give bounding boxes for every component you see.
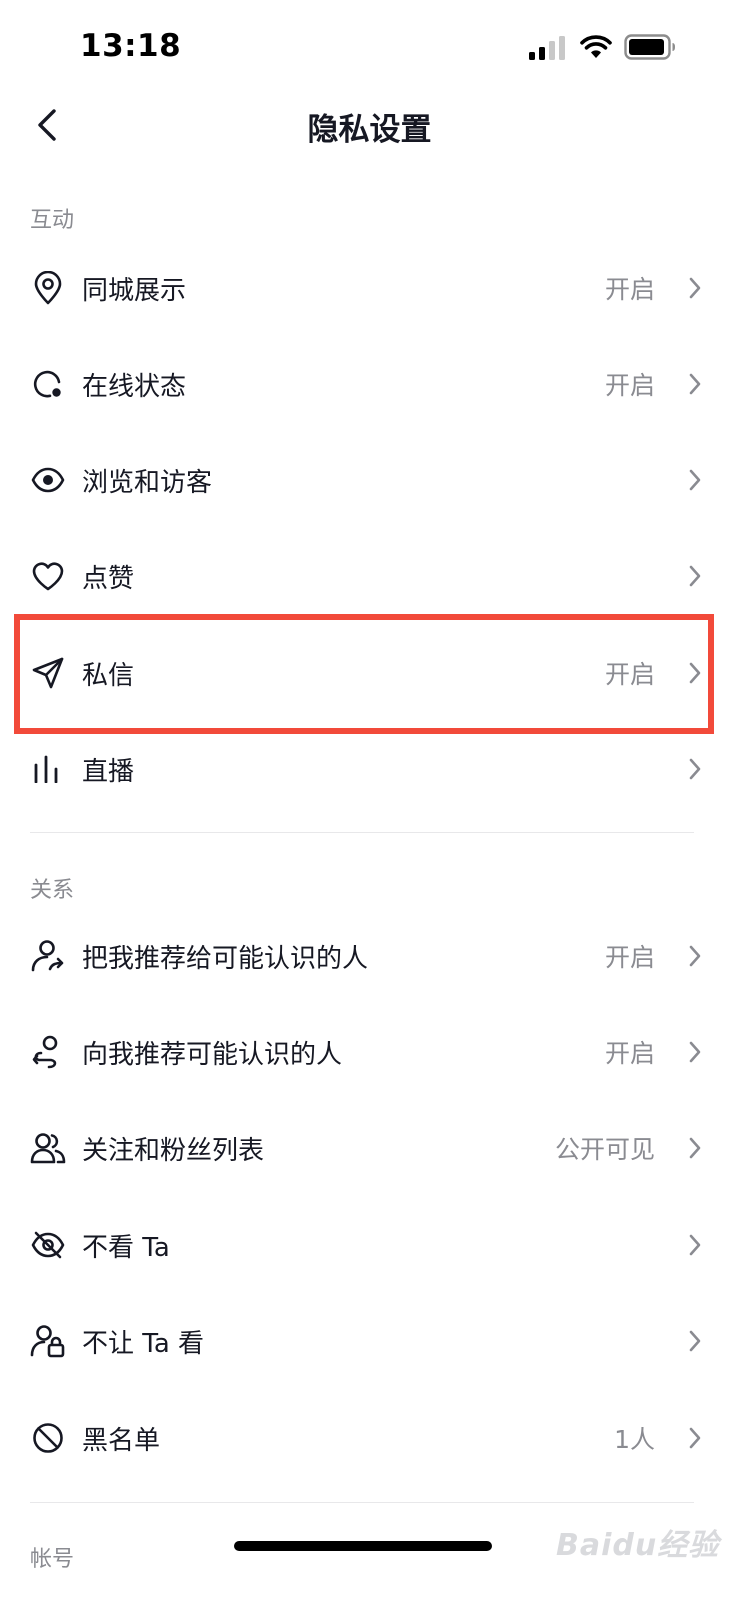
chevron-right-icon: [685, 756, 705, 782]
row-label: 点赞: [82, 563, 135, 594]
wifi-icon: [580, 34, 612, 60]
row-label: 把我推荐给可能认识的人: [82, 943, 369, 974]
row-label: 黑名单: [82, 1425, 161, 1456]
row-value: 开启: [604, 943, 655, 972]
row-nearby-display[interactable]: 同城展示 开启: [0, 240, 739, 336]
home-indicator[interactable]: [234, 1541, 492, 1551]
section-header-account: 帐号: [30, 1547, 75, 1572]
row-value: 开启: [604, 1039, 655, 1068]
eye-icon: [30, 462, 66, 498]
chevron-right-icon: [685, 943, 705, 969]
row-following-followers[interactable]: 关注和粉丝列表 公开可见: [0, 1100, 739, 1196]
row-hide-from-them[interactable]: 不让 Ta 看: [0, 1293, 739, 1389]
navigation-bar: 隐私设置: [0, 96, 739, 156]
privacy-settings-screen: 13:18 隐私设置 互动 同城展示 开启 在线状态 开启 浏览和访客 点赞 私…: [0, 0, 739, 1600]
heart-icon: [30, 558, 66, 594]
section-header-relationships: 关系: [30, 878, 75, 903]
highlight-box: [14, 614, 714, 734]
row-browse-visitors[interactable]: 浏览和访客: [0, 432, 739, 528]
row-recommend-to-me[interactable]: 向我推荐可能认识的人 开启: [0, 1004, 739, 1100]
page-title: 隐私设置: [307, 112, 432, 148]
status-bar: 13:18: [0, 0, 739, 96]
row-dont-see-them[interactable]: 不看 Ta: [0, 1197, 739, 1293]
row-online-status[interactable]: 在线状态 开启: [0, 336, 739, 432]
user-share-icon: [30, 938, 66, 974]
row-label: 浏览和访客: [82, 467, 213, 498]
chevron-right-icon: [685, 563, 705, 589]
row-label: 向我推荐可能认识的人: [82, 1039, 343, 1070]
users-icon: [30, 1130, 66, 1166]
row-live[interactable]: 直播: [0, 721, 739, 817]
chevron-right-icon: [685, 1425, 705, 1451]
row-value: 开启: [604, 275, 655, 304]
row-value: 公开可见: [554, 1135, 655, 1164]
row-value: 1人: [614, 1425, 655, 1454]
chevron-right-icon: [685, 1135, 705, 1161]
battery-icon: [624, 34, 676, 60]
row-label: 不看 Ta: [82, 1232, 170, 1263]
section-divider: [30, 1502, 694, 1503]
section-divider: [30, 832, 694, 833]
row-label: 同城展示: [82, 275, 187, 306]
online-status-icon: [30, 366, 66, 402]
user-lock-icon: [30, 1323, 66, 1359]
row-likes[interactable]: 点赞: [0, 528, 739, 624]
section-header-interaction: 互动: [30, 208, 75, 233]
row-recommend-me[interactable]: 把我推荐给可能认识的人 开启: [0, 908, 739, 1004]
row-label: 直播: [82, 756, 135, 787]
eye-off-icon: [30, 1227, 66, 1263]
row-label: 关注和粉丝列表: [82, 1135, 265, 1166]
status-time: 13:18: [80, 28, 182, 64]
chevron-right-icon: [685, 1039, 705, 1065]
watermark: Baidu经验: [556, 1528, 720, 1563]
chevron-right-icon: [685, 1328, 705, 1354]
cellular-signal-icon: [529, 36, 567, 60]
user-recommend-icon: [30, 1034, 66, 1070]
row-label: 不让 Ta 看: [82, 1328, 205, 1359]
block-icon: [30, 1420, 66, 1456]
chevron-right-icon: [685, 467, 705, 493]
chevron-right-icon: [685, 275, 705, 301]
bar-chart-icon: [30, 751, 66, 787]
chevron-right-icon: [685, 371, 705, 397]
row-blocklist[interactable]: 黑名单 1人: [0, 1390, 739, 1486]
row-label: 在线状态: [82, 371, 187, 402]
chevron-right-icon: [685, 1232, 705, 1258]
location-pin-icon: [30, 270, 66, 306]
row-value: 开启: [604, 371, 655, 400]
